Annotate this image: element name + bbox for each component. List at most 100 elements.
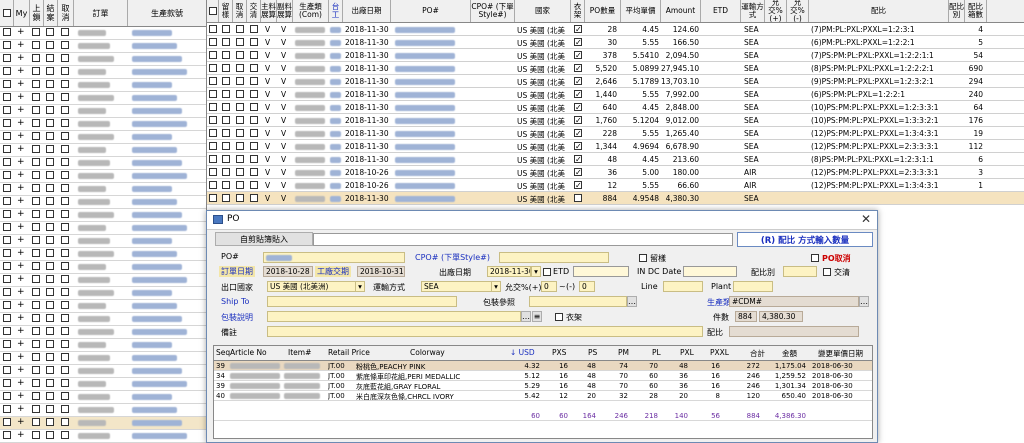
cancel-checkbox[interactable] xyxy=(61,340,69,348)
order-row[interactable]: + xyxy=(0,391,206,404)
pxxl-cell[interactable]: 16 xyxy=(696,362,720,370)
po-row[interactable]: V V 2018-11-30 US 美國 (北美 640 4.45 2,848.00 SEA (… xyxy=(207,101,1024,114)
order-row-checkbox[interactable] xyxy=(3,301,11,309)
col-retail[interactable]: Retail Price xyxy=(328,348,370,357)
cancel-checkbox[interactable] xyxy=(236,90,244,98)
expand-plus-icon[interactable]: + xyxy=(17,209,25,219)
keep-sample-checkbox[interactable] xyxy=(222,155,230,163)
lock-checkbox[interactable] xyxy=(32,327,40,335)
closed-checkbox[interactable] xyxy=(46,28,54,36)
po-row-checkbox[interactable] xyxy=(209,168,217,176)
lock-checkbox[interactable] xyxy=(32,275,40,283)
lock-checkbox[interactable] xyxy=(32,431,40,439)
expand-plus-icon[interactable]: + xyxy=(17,27,25,37)
col-amount-detail[interactable]: 金額 xyxy=(782,348,797,359)
po-row-checkbox[interactable] xyxy=(209,129,217,137)
closed-checkbox[interactable] xyxy=(250,51,258,59)
order-row[interactable]: + xyxy=(0,209,206,222)
closed-checkbox[interactable] xyxy=(46,197,54,205)
expand-plus-icon[interactable]: + xyxy=(17,404,25,414)
date-cell[interactable]: 2018-06-30 xyxy=(812,392,872,400)
lock-checkbox[interactable] xyxy=(32,93,40,101)
po-row[interactable]: V V 2018-11-30 US 美國 (北美 1,440 5.55 7,992.00 SE… xyxy=(207,88,1024,101)
order-row-checkbox[interactable] xyxy=(3,145,11,153)
keep-sample-checkbox[interactable] xyxy=(222,103,230,111)
po-row[interactable]: V V 2018-11-30 US 美國 (北美 1,760 5.1204 9,012.00… xyxy=(207,114,1024,127)
closed-checkbox[interactable] xyxy=(46,54,54,62)
po-row-checkbox[interactable] xyxy=(209,103,217,111)
order-row-checkbox[interactable] xyxy=(3,418,11,426)
order-row-checkbox[interactable] xyxy=(3,132,11,140)
order-row-checkbox[interactable] xyxy=(3,67,11,75)
order-row-checkbox[interactable] xyxy=(3,80,11,88)
seq-cell[interactable]: 34 xyxy=(216,372,228,380)
lock-checkbox[interactable] xyxy=(32,392,40,400)
pl-cell[interactable]: 70 xyxy=(634,362,658,370)
expand-plus-icon[interactable]: + xyxy=(17,183,25,193)
expand-plus-icon[interactable]: + xyxy=(17,53,25,63)
order-row[interactable]: + xyxy=(0,352,206,365)
closed-checkbox[interactable] xyxy=(46,262,54,270)
hanger-checkbox[interactable] xyxy=(574,168,582,176)
keep-sample-checkbox[interactable] xyxy=(222,142,230,150)
expand-plus-icon[interactable]: + xyxy=(17,287,25,297)
lock-checkbox[interactable] xyxy=(32,405,40,413)
ship-date-field[interactable]: 2018-11-30 xyxy=(487,266,531,277)
order-row-checkbox[interactable] xyxy=(3,210,11,218)
closed-checkbox[interactable] xyxy=(46,353,54,361)
pl-cell[interactable]: 60 xyxy=(634,382,658,390)
col-style[interactable]: 生產款號 xyxy=(128,0,206,26)
closed-checkbox[interactable] xyxy=(46,93,54,101)
col-factory[interactable]: 台工 xyxy=(329,0,343,22)
closed-checkbox[interactable] xyxy=(46,158,54,166)
pl-cell[interactable]: 60 xyxy=(634,372,658,380)
amount-cell[interactable]: 1,175.04 xyxy=(764,362,806,370)
cancel-checkbox[interactable] xyxy=(61,275,69,283)
closed-checkbox[interactable] xyxy=(46,106,54,114)
order-row[interactable]: + xyxy=(0,92,206,105)
po-row[interactable]: V V 2018-11-30 US 美國 (北美 48 4.45 213.60 SEA (8)P… xyxy=(207,153,1024,166)
col-main-material[interactable]: 主料展算 xyxy=(261,0,277,22)
po-row[interactable]: V V 2018-10-26 US 美國 (北美 12 5.55 66.60 AIR (12)P… xyxy=(207,179,1024,192)
order-row[interactable]: + xyxy=(0,196,206,209)
pm-cell[interactable]: 32 xyxy=(604,392,628,400)
col-keep-sample[interactable]: 留樣 xyxy=(219,0,233,22)
col-cancel[interactable]: 取消 xyxy=(58,0,74,26)
col-tolerance-minus[interactable]: 允交%(-) xyxy=(787,0,809,22)
col-prod-type[interactable]: 生產類(Com) xyxy=(293,0,329,22)
order-row-checkbox[interactable] xyxy=(3,366,11,374)
tolerance-plus-field[interactable]: 0 xyxy=(541,281,557,292)
usd-cell[interactable]: 4.32 xyxy=(510,362,540,370)
cpo-field[interactable] xyxy=(499,252,609,263)
closed-checkbox[interactable] xyxy=(46,301,54,309)
order-row[interactable]: + xyxy=(0,326,206,339)
cancel-checkbox[interactable] xyxy=(61,288,69,296)
keep-sample-checkbox[interactable] xyxy=(222,38,230,46)
col-usd[interactable]: ↓ USD xyxy=(510,348,535,357)
closed-checkbox[interactable] xyxy=(250,155,258,163)
cancel-checkbox[interactable] xyxy=(236,142,244,150)
expand-plus-icon[interactable]: + xyxy=(17,131,25,141)
pack-ref-field[interactable] xyxy=(529,296,627,307)
retail-cell[interactable]: JT.00 xyxy=(328,392,358,400)
col-po-qty[interactable]: PO數量 xyxy=(585,0,621,22)
cancel-checkbox[interactable] xyxy=(236,155,244,163)
po-row[interactable]: V V 2018-11-30 US 美國 (北美 884 4.9548 4,380.30 SE… xyxy=(207,192,1024,205)
closed-checkbox[interactable] xyxy=(46,223,54,231)
col-ratio[interactable]: 配比 xyxy=(809,0,949,22)
remarks-field[interactable] xyxy=(267,326,703,337)
line-field[interactable] xyxy=(663,281,703,292)
col-pxl[interactable]: PXL xyxy=(680,348,694,357)
lock-checkbox[interactable] xyxy=(32,145,40,153)
pm-cell[interactable]: 70 xyxy=(604,372,628,380)
order-row[interactable]: + xyxy=(0,365,206,378)
expand-plus-icon[interactable]: + xyxy=(17,170,25,180)
closed-checkbox[interactable] xyxy=(250,90,258,98)
lock-checkbox[interactable] xyxy=(32,197,40,205)
po-row-checkbox[interactable] xyxy=(209,38,217,46)
lock-checkbox[interactable] xyxy=(32,28,40,36)
cancel-checkbox[interactable] xyxy=(236,168,244,176)
closed-checkbox[interactable] xyxy=(46,405,54,413)
col-country[interactable]: 國家 xyxy=(515,0,571,22)
cancel-checkbox[interactable] xyxy=(61,353,69,361)
